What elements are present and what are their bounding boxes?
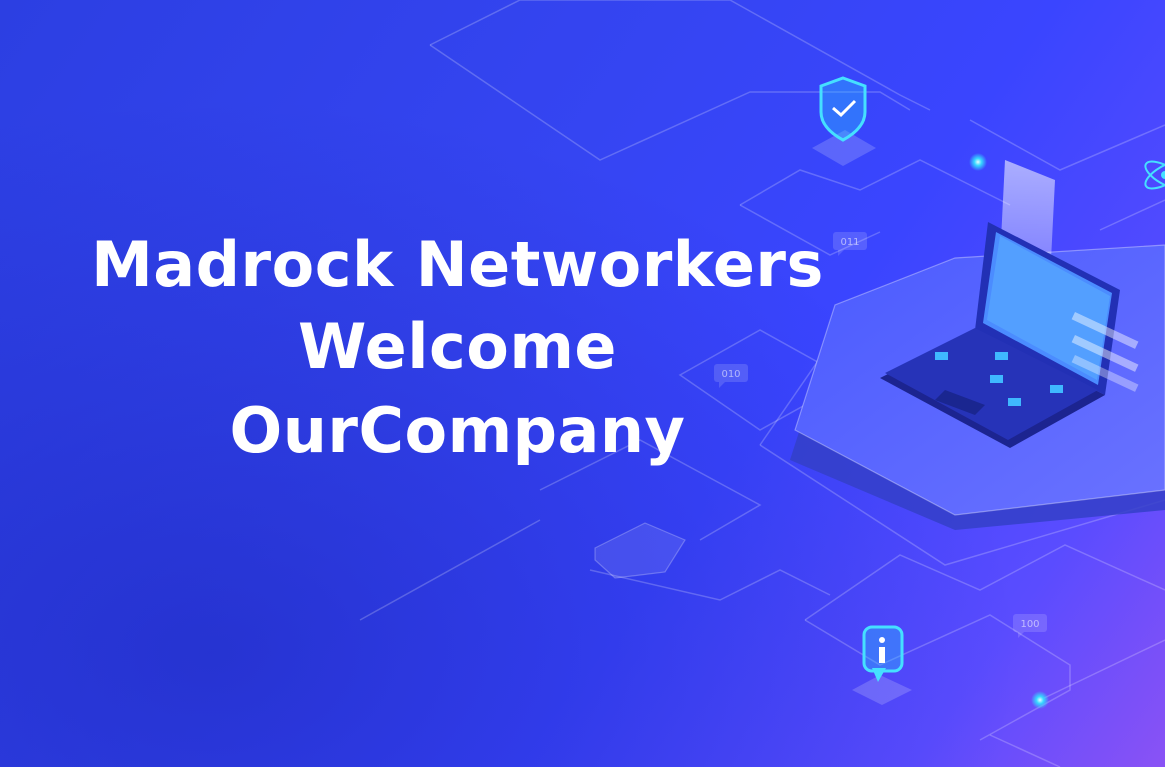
headline-welcome: Welcome [298,310,617,383]
shield-check-icon [812,76,876,166]
headline-company-name: Madrock Networkers [91,228,824,301]
binary-tag-text: 100 [1020,619,1039,630]
hero-banner: 011 010 100 Madrock Networkers Welcome O… [0,0,1165,767]
ghost-hexagon [594,522,686,579]
info-icon [852,625,912,705]
headline-our-company: OurCompany [229,394,686,467]
glow-dot [969,153,987,171]
glow-dot [1031,691,1049,709]
binary-tag: 100 [1013,614,1047,638]
atom-icon [1144,160,1165,190]
